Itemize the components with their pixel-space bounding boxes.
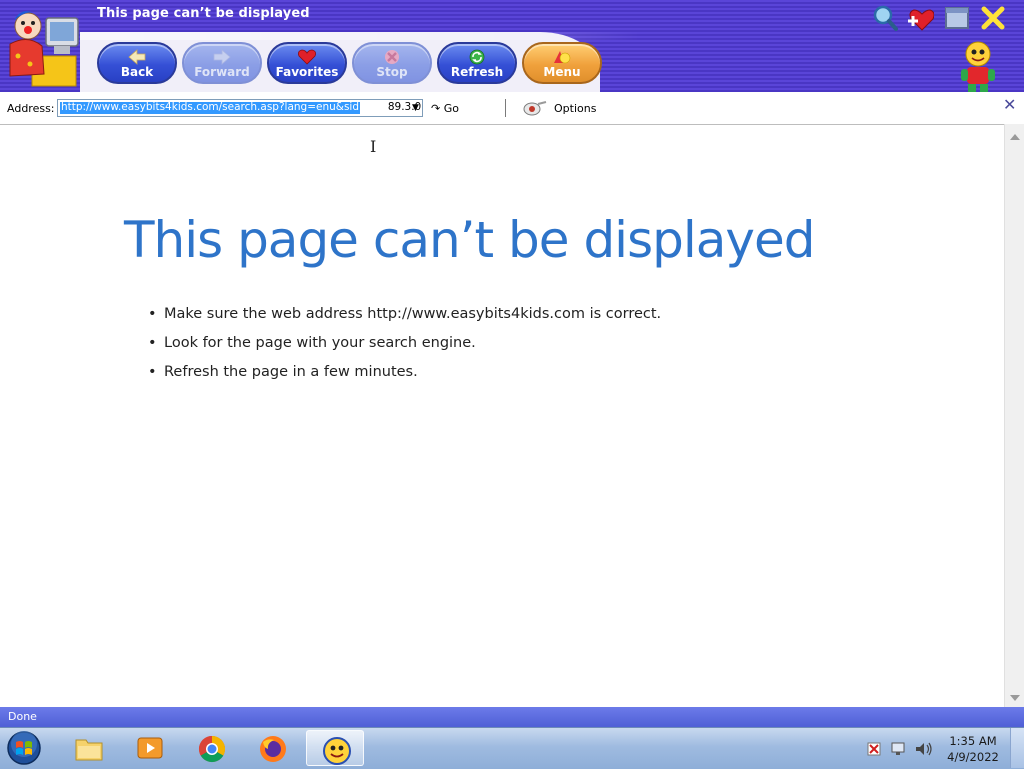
refresh-icon xyxy=(469,49,485,65)
status-text: Done xyxy=(8,710,37,723)
forward-arrow-icon xyxy=(213,49,231,65)
show-desktop-button[interactable] xyxy=(1010,728,1024,768)
go-button[interactable]: ↷ Go xyxy=(431,102,459,115)
error-suggestions-list: Make sure the web address http://www.eas… xyxy=(146,300,661,387)
mascot-character-icon xyxy=(961,41,995,92)
back-arrow-icon xyxy=(128,49,146,65)
error-heading: This page can’t be displayed xyxy=(124,211,815,269)
taskbar-file-explorer[interactable] xyxy=(60,730,118,766)
stop-label: Stop xyxy=(376,65,408,79)
address-label: Address: xyxy=(7,102,55,115)
clock-date: 4/9/2022 xyxy=(947,750,999,764)
chrome-icon xyxy=(198,735,226,763)
vertical-scrollbar[interactable] xyxy=(1004,124,1024,707)
stop-icon xyxy=(385,50,399,64)
taskbar-easybits-browser[interactable] xyxy=(306,730,364,766)
favorites-label: Favorites xyxy=(275,65,339,79)
windows-taskbar: 1:35 AM 4/9/2022 xyxy=(0,727,1024,769)
close-pane-icon[interactable]: ✕ xyxy=(1003,95,1016,114)
text-cursor-icon: I xyxy=(370,137,377,156)
url-selected-text: http://www.easybits4kids.com/search.asp?… xyxy=(61,101,388,113)
heart-icon xyxy=(298,49,316,65)
easybits-face-icon xyxy=(323,737,351,765)
folder-icon xyxy=(75,739,103,761)
go-label: Go xyxy=(443,102,459,115)
address-bar: Address: http://www.easybits4kids.com/se… xyxy=(0,92,1024,125)
suggestion-check-address: Make sure the web address http://www.eas… xyxy=(146,300,661,329)
address-dropdown-icon[interactable]: ▼ xyxy=(408,100,423,116)
system-clock[interactable]: 1:35 AM 4/9/2022 xyxy=(944,733,1002,765)
system-tray-icons[interactable] xyxy=(866,740,936,758)
window-title: This page can’t be displayed xyxy=(97,6,310,21)
options-label: Options xyxy=(554,102,597,115)
go-arrow-icon: ↷ xyxy=(431,102,441,115)
refresh-label: Refresh xyxy=(450,65,504,79)
taskbar-firefox[interactable] xyxy=(244,730,302,766)
easybits-logo-icon xyxy=(9,11,79,87)
media-player-icon xyxy=(137,737,163,759)
scroll-down-icon[interactable] xyxy=(1010,695,1020,701)
scroll-up-icon[interactable] xyxy=(1010,134,1020,140)
favorites-button[interactable]: Favorites xyxy=(267,42,347,84)
address-input[interactable]: http://www.easybits4kids.com/search.asp?… xyxy=(57,99,423,117)
back-button[interactable]: Back xyxy=(97,42,177,84)
taskbar-chrome[interactable] xyxy=(183,730,241,766)
status-bar: Done xyxy=(0,707,1024,727)
stop-button[interactable]: Stop xyxy=(352,42,432,84)
add-favorite-icon[interactable] xyxy=(906,4,934,32)
firefox-icon xyxy=(260,736,286,762)
browser-header: This page can’t be displayed Back Forwar… xyxy=(0,0,1024,92)
menu-button[interactable]: Menu xyxy=(522,42,602,84)
taskbar-media-player[interactable] xyxy=(121,730,179,766)
toolbar-separator xyxy=(505,99,506,117)
suggestion-refresh: Refresh the page in a few minutes. xyxy=(146,358,661,387)
search-magnifier-icon[interactable] xyxy=(871,4,899,32)
shapes-icon xyxy=(554,51,571,64)
start-button-icon[interactable] xyxy=(4,730,44,766)
menu-label: Menu xyxy=(543,65,581,79)
forward-label: Forward xyxy=(194,65,250,79)
options-icon xyxy=(523,101,547,116)
back-label: Back xyxy=(120,65,154,79)
refresh-button[interactable]: Refresh xyxy=(437,42,517,84)
toolbar-highlight xyxy=(80,32,640,40)
suggestion-search-engine: Look for the page with your search engin… xyxy=(146,329,661,358)
url-text: http://www.easybits4kids.com/search.asp?… xyxy=(61,101,422,113)
forward-button[interactable]: Forward xyxy=(182,42,262,84)
close-window-icon[interactable] xyxy=(979,4,1007,32)
maximize-icon[interactable] xyxy=(943,4,971,32)
clock-time: 1:35 AM xyxy=(949,734,997,748)
